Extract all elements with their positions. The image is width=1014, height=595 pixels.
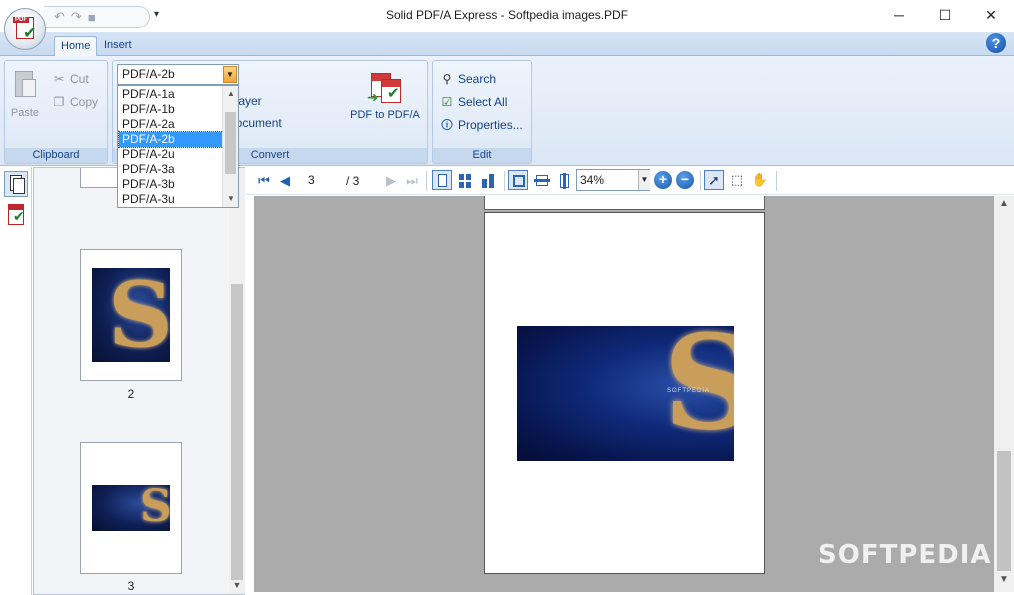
thumbnail-image: S xyxy=(92,268,170,362)
fit-page-icon[interactable] xyxy=(508,170,528,190)
edit-group: ⚲ Search ☑ Select All 🛈 Properties... Ed… xyxy=(432,60,532,164)
pdf-convert-icon: ➜ ✔ xyxy=(367,71,403,105)
pdfa-option[interactable]: PDF/A-1b xyxy=(119,102,223,117)
application-menu-button[interactable]: PDF ✔ xyxy=(4,8,46,50)
search-button[interactable]: ⚲ Search xyxy=(439,71,496,87)
pages-panel-icon[interactable] xyxy=(4,171,28,197)
thumbnail-page-number: 3 xyxy=(127,579,135,593)
paste-button[interactable]: Paste xyxy=(7,69,43,119)
clipboard-group-label: Clipboard xyxy=(5,148,107,163)
toolbar-divider xyxy=(426,171,427,191)
viewer-toolbar: ⏮ ◀ 3 / 3 ▶ ⏭ 34% ▼ + − ➚ ⬚ ✋ xyxy=(246,167,1014,195)
window-title: Solid PDF/A Express - Softpedia images.P… xyxy=(385,8,629,22)
pdfa-version-list[interactable]: PDF/A-1a PDF/A-1b PDF/A-2a PDF/A-2b PDF/… xyxy=(117,85,239,208)
chevron-down-icon[interactable]: ▼ xyxy=(638,170,650,190)
minimize-button[interactable]: ─ xyxy=(876,0,922,30)
pdfa-option[interactable]: PDF/A-2a xyxy=(119,117,223,132)
select-all-button[interactable]: ☑ Select All xyxy=(439,94,508,110)
clipboard-icon xyxy=(12,69,38,101)
pdfa-version-select[interactable]: PDF/A-2b ▼ xyxy=(117,64,239,85)
scroll-up-icon[interactable]: ▲ xyxy=(223,86,238,102)
edit-group-label: Edit xyxy=(433,148,531,163)
previous-page-button[interactable]: ◀ xyxy=(278,171,292,191)
select-all-label: Select All xyxy=(458,95,508,109)
properties-label: Properties... xyxy=(458,118,523,132)
cut-label: Cut xyxy=(70,72,89,86)
select-all-icon: ☑ xyxy=(441,95,453,109)
pdfa-option[interactable]: PDF/A-2u xyxy=(119,147,223,162)
toolbar-divider xyxy=(504,171,505,191)
single-page-view-icon[interactable] xyxy=(432,170,452,190)
cut-button[interactable]: ✂ Cut xyxy=(51,71,89,87)
tab-home[interactable]: Home xyxy=(54,36,98,57)
list-scrollbar[interactable]: ▲ ▼ xyxy=(222,86,238,207)
paste-label: Paste xyxy=(10,107,40,119)
scroll-down-icon[interactable]: ▼ xyxy=(994,574,1014,590)
title-bar: ↶ ↷ ■ ▾ Solid PDF/A Express - Softpedia … xyxy=(0,0,1014,32)
pdf-to-pdfa-button[interactable]: ➜ ✔ PDF to PDF/A xyxy=(347,71,423,121)
image-caption: SOFTPEDIA xyxy=(667,388,711,394)
previous-page-edge xyxy=(484,196,765,210)
viewer-scroll-thumb[interactable] xyxy=(997,451,1011,571)
thumbnail-page-number: 2 xyxy=(127,387,135,401)
properties-button[interactable]: 🛈 Properties... xyxy=(439,117,523,133)
fit-height-icon[interactable] xyxy=(554,170,574,190)
page-image: S SOFTPEDIA xyxy=(517,326,734,461)
scissors-icon: ✂ xyxy=(53,72,65,86)
scroll-up-icon[interactable]: ▲ xyxy=(994,198,1014,214)
chevron-down-icon[interactable]: ▼ xyxy=(223,66,237,83)
help-icon[interactable]: ? xyxy=(986,33,1006,53)
document-viewer[interactable]: S SOFTPEDIA xyxy=(254,196,994,592)
pdf-to-pdfa-label: PDF to PDF/A xyxy=(350,109,420,121)
fit-width-icon[interactable] xyxy=(531,170,551,190)
pdfa-option-selected[interactable]: PDF/A-2b xyxy=(118,131,224,148)
page-thumbnail[interactable]: S xyxy=(80,249,182,381)
thumbnail-scroll-thumb[interactable] xyxy=(231,284,243,580)
page-total: / 3 xyxy=(346,174,360,188)
zoom-out-button[interactable]: − xyxy=(676,171,694,189)
properties-icon: 🛈 xyxy=(440,118,454,132)
last-page-button[interactable]: ⏭ xyxy=(404,171,420,191)
maximize-button[interactable]: ☐ xyxy=(922,0,968,30)
next-page-button[interactable]: ▶ xyxy=(384,171,398,191)
zoom-value: 34% xyxy=(580,173,605,187)
side-panel-strip: ✔ xyxy=(0,167,32,595)
pdfa-option[interactable]: PDF/A-1a xyxy=(119,87,223,102)
list-scroll-thumb[interactable] xyxy=(225,112,236,174)
pdfa-selected-value: PDF/A-2b xyxy=(122,67,175,81)
facing-pages-view-icon[interactable] xyxy=(478,170,498,190)
pdfa-option[interactable]: PDF/A-3b xyxy=(119,177,223,192)
copy-button[interactable]: ❐ Copy xyxy=(51,94,98,110)
continuous-view-icon[interactable] xyxy=(455,170,475,190)
first-page-button[interactable]: ⏮ xyxy=(256,171,272,191)
toolbar-divider xyxy=(700,171,701,191)
viewer-scrollbar[interactable]: ▲ ▼ xyxy=(994,196,1014,592)
binoculars-icon: ⚲ xyxy=(442,72,452,86)
checkmark-icon: ✔ xyxy=(23,25,37,42)
select-arrow-icon[interactable]: ➚ xyxy=(704,170,724,190)
scroll-down-icon[interactable]: ▼ xyxy=(229,580,245,594)
pdfa-validation-icon[interactable]: ✔ xyxy=(4,203,28,229)
search-label: Search xyxy=(458,72,497,86)
page-thumbnail-current[interactable]: S xyxy=(80,442,182,574)
copy-icon: ❐ xyxy=(53,95,65,109)
zoom-in-button[interactable]: + xyxy=(654,171,672,189)
pdfa-option[interactable]: PDF/A-3u xyxy=(119,192,223,207)
document-page[interactable]: S SOFTPEDIA xyxy=(484,212,765,574)
copy-label: Copy xyxy=(70,95,99,109)
tab-insert[interactable]: Insert xyxy=(98,36,138,56)
scroll-down-icon[interactable]: ▼ xyxy=(223,191,238,207)
thumbnail-panel: S 2 S 3 ▼ xyxy=(33,167,245,595)
snapshot-tool-icon[interactable]: ⬚ xyxy=(727,170,747,190)
hand-tool-icon[interactable]: ✋ xyxy=(750,170,770,190)
pdfa-option[interactable]: PDF/A-3a xyxy=(119,162,223,177)
ribbon-tab-bar: Home Insert ? xyxy=(0,32,1014,57)
page-number-input[interactable]: 3 xyxy=(298,170,330,190)
watermark: SOFTPEDIA xyxy=(818,540,992,570)
toolbar-divider xyxy=(776,171,777,191)
clipboard-group: Paste ✂ Cut ❐ Copy Clipboard xyxy=(4,60,108,164)
thumbnail-scrollbar[interactable]: ▼ xyxy=(229,168,245,594)
thumbnail-image: S xyxy=(92,485,170,531)
close-button[interactable]: ✕ xyxy=(968,0,1014,30)
